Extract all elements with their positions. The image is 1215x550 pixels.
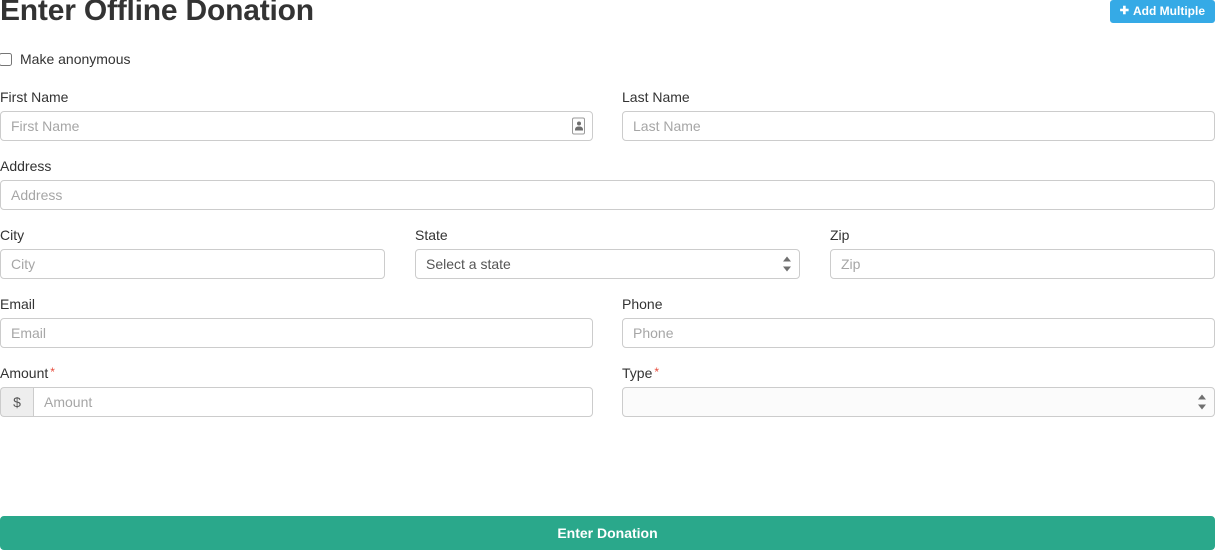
form-row-name: First Name Last Name (0, 89, 1215, 141)
make-anonymous-checkbox[interactable] (0, 53, 12, 66)
autofill-head-shape (576, 121, 581, 126)
address-input[interactable] (0, 180, 1215, 210)
make-anonymous-row: Make anonymous (0, 51, 131, 68)
address-label: Address (0, 158, 52, 174)
type-select-wrap (622, 387, 1215, 417)
field-group-state: State Select a state (415, 227, 800, 279)
state-select[interactable]: Select a state (415, 249, 800, 279)
state-select-wrap: Select a state (415, 249, 800, 279)
amount-label: Amount * (0, 365, 593, 382)
currency-symbol-addon: $ (0, 387, 33, 417)
add-multiple-button[interactable]: ✚ Add Multiple (1109, 0, 1215, 23)
type-required-marker: * (654, 365, 660, 379)
email-input[interactable] (0, 318, 593, 348)
field-group-city: City (0, 227, 385, 279)
page-title: Enter Offline Donation (0, 0, 314, 27)
phone-label: Phone (622, 296, 663, 312)
last-name-label: Last Name (622, 89, 690, 105)
last-name-input[interactable] (622, 111, 1215, 141)
type-select[interactable] (622, 387, 1215, 417)
field-group-address: Address (0, 158, 1215, 210)
field-group-phone: Phone (622, 296, 1215, 348)
field-group-last-name: Last Name (622, 89, 1215, 141)
phone-input[interactable] (622, 318, 1215, 348)
type-label: Type * (622, 365, 1215, 382)
zip-input[interactable] (830, 249, 1215, 279)
amount-input-group: $ (0, 387, 593, 417)
amount-required-marker: * (50, 365, 55, 379)
form-row-email-phone: Email Phone (0, 296, 1215, 348)
field-group-amount: Amount * $ (0, 365, 593, 417)
field-group-zip: Zip (830, 227, 1215, 279)
enter-donation-button[interactable]: Enter Donation (0, 516, 1215, 550)
add-multiple-label: Add Multiple (1133, 4, 1205, 18)
make-anonymous-label[interactable]: Make anonymous (20, 51, 131, 68)
form-row-address: Address (0, 158, 1215, 210)
state-label: State (415, 227, 448, 243)
city-label: City (0, 227, 25, 243)
field-group-email: Email (0, 296, 593, 348)
first-name-input[interactable] (0, 111, 593, 141)
amount-input[interactable] (33, 387, 593, 417)
amount-label-text: Amount (0, 365, 49, 381)
form-row-city-state-zip: City State Select a state Zip (0, 227, 1215, 279)
field-group-first-name: First Name (0, 89, 593, 141)
type-label-text: Type (622, 365, 653, 381)
email-label: Email (0, 296, 36, 312)
first-name-label: First Name (0, 89, 69, 105)
page-header: Enter Offline Donation ✚ Add Multiple (0, 0, 1215, 33)
zip-label: Zip (830, 227, 850, 243)
plus-icon: ✚ (1119, 5, 1129, 17)
autofill-body-shape (574, 126, 583, 131)
contact-card-autofill-icon[interactable] (572, 117, 585, 135)
donation-form: First Name Last Name Address City (0, 89, 1215, 434)
city-input[interactable] (0, 249, 385, 279)
form-row-amount-type: Amount* $ Type* (0, 365, 1215, 417)
field-group-type: Type * (622, 365, 1215, 417)
